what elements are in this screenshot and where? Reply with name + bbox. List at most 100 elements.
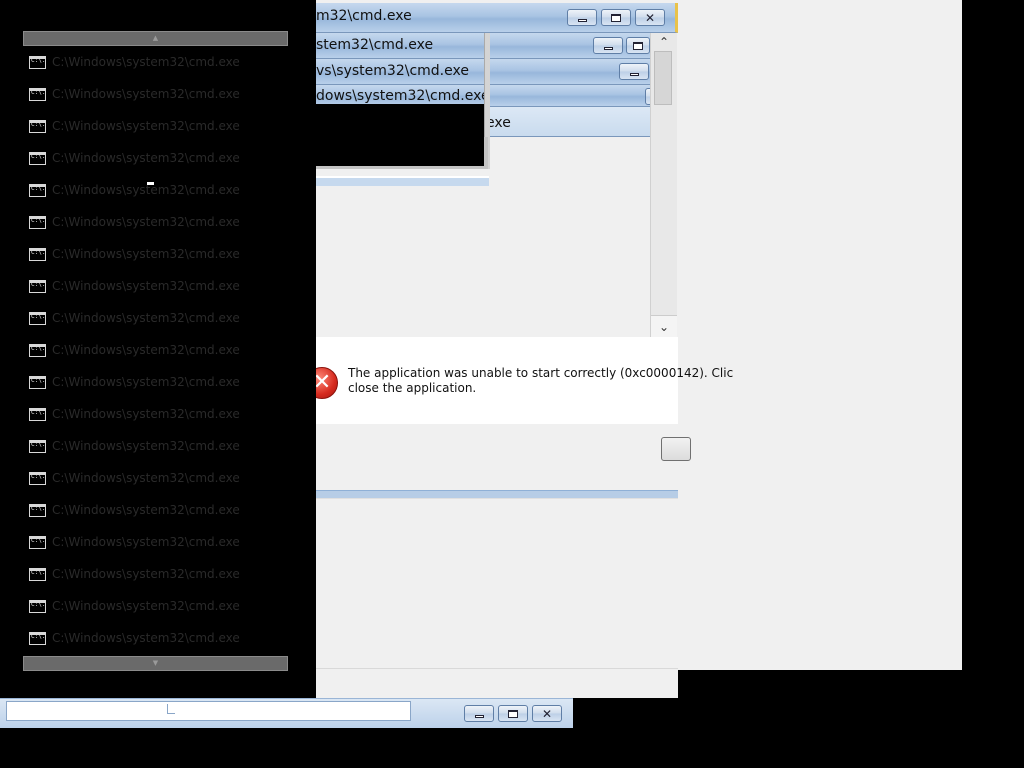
- list-item[interactable]: C:\. C:\Windows\system32\cmd.exe: [29, 566, 279, 584]
- maximize-icon: [633, 41, 643, 50]
- cmd-prompt-icon: C:\.: [29, 88, 46, 101]
- list-item-label: C:\Windows\system32\cmd.exe: [52, 151, 240, 165]
- message-line-1: The application was unable to start corr…: [348, 366, 734, 380]
- cmd-prompt-icon: C:\.: [29, 216, 46, 229]
- cmd-prompt-icon: C:\.: [29, 376, 46, 389]
- list-item[interactable]: C:\. C:\Windows\system32\cmd.exe: [29, 278, 279, 296]
- list-item-label: C:\Windows\system32\cmd.exe: [52, 535, 240, 549]
- scroll-thumb[interactable]: [654, 51, 672, 105]
- list-item-label: C:\Windows\system32\cmd.exe: [52, 503, 240, 517]
- window-switcher-list: ▲ C:\. C:\Windows\system32\cmd.exe C:\. C:\…: [0, 0, 316, 698]
- chevron-up-icon: ⌃: [658, 35, 670, 49]
- list-item[interactable]: C:\. C:\Windows\system32\cmd.exe: [29, 534, 279, 552]
- list-item[interactable]: C:\. C:\Windows\system32\cmd.exe: [29, 182, 279, 200]
- scroll-down-button[interactable]: ⌄: [651, 315, 677, 337]
- list-item-label: C:\Windows\system32\cmd.exe: [52, 119, 240, 133]
- cmd-prompt-icon: C:\.: [29, 632, 46, 645]
- cmd-prompt-icon: C:\.: [29, 408, 46, 421]
- minimized-window-bar[interactable]: ✕: [0, 698, 573, 728]
- minimize-icon: [603, 46, 613, 50]
- cmd-prompt-icon: C:\.: [29, 152, 46, 165]
- list-item-label: C:\Windows\system32\cmd.exe: [52, 439, 240, 453]
- list-item[interactable]: C:\. C:\Windows\system32\cmd.exe: [29, 406, 279, 424]
- window-frame: [316, 137, 488, 169]
- list-item-label: C:\Windows\system32\cmd.exe: [52, 55, 240, 69]
- console-area: [316, 104, 484, 137]
- maximize-button[interactable]: [601, 9, 631, 26]
- close-button[interactable]: ✕: [635, 9, 665, 26]
- error-dialog: ✕ The application was unable to start co…: [306, 337, 733, 473]
- cmd-prompt-icon: C:\.: [29, 344, 46, 357]
- list-item-label: C:\Windows\system32\cmd.exe: [52, 279, 240, 293]
- list-scroll-up[interactable]: ▲: [23, 31, 288, 46]
- message-line-2: close the application.: [348, 381, 477, 395]
- chevron-down-icon: ⌄: [658, 320, 670, 334]
- list-item[interactable]: C:\. C:\Windows\system32\cmd.exe: [29, 150, 279, 168]
- list-item[interactable]: C:\. C:\Windows\system32\cmd.exe: [29, 54, 279, 72]
- list-item[interactable]: C:\. C:\Windows\system32\cmd.exe: [29, 214, 279, 232]
- close-icon: ✕: [644, 10, 656, 25]
- list-item-label: C:\Windows\system32\cmd.exe: [52, 375, 240, 389]
- list-item-label: C:\Windows\system32\cmd.exe: [52, 215, 240, 229]
- list-item[interactable]: C:\. C:\Windows\system32\cmd.exe: [29, 374, 279, 392]
- cmd-prompt-icon: C:\.: [29, 56, 46, 69]
- address-field[interactable]: [6, 701, 411, 721]
- list-item-label: C:\Windows\system32\cmd.exe: [52, 631, 240, 645]
- window-title: vs\system32\cmd.exe: [316, 63, 469, 79]
- window-title: stem32\cmd.exe: [316, 37, 434, 53]
- list-item-label: C:\Windows\system32\cmd.exe: [52, 567, 240, 581]
- maximize-icon: [611, 13, 621, 22]
- list-item[interactable]: C:\. C:\Windows\system32\cmd.exe: [29, 86, 279, 104]
- list-item[interactable]: C:\. C:\Windows\system32\cmd.exe: [29, 310, 279, 328]
- chevron-down-icon: ▼: [152, 659, 159, 667]
- minimize-icon: [629, 72, 639, 76]
- dialog-message: The application was unable to start corr…: [348, 366, 734, 396]
- list-item[interactable]: C:\. C:\Windows\system32\cmd.exe: [29, 470, 279, 488]
- minimize-button[interactable]: [619, 63, 649, 80]
- list-item[interactable]: C:\. C:\Windows\system32\cmd.exe: [29, 630, 279, 648]
- list-scroll-down[interactable]: ▼: [23, 656, 288, 671]
- maximize-button[interactable]: [498, 705, 528, 722]
- cmd-prompt-icon: C:\.: [29, 568, 46, 581]
- list-item-label: C:\Windows\system32\cmd.exe: [52, 343, 240, 357]
- list-item[interactable]: C:\. C:\Windows\system32\cmd.exe: [29, 598, 279, 616]
- list-item-label: C:\Windows\system32\cmd.exe: [52, 183, 240, 197]
- list-item-label: C:\Windows\system32\cmd.exe: [52, 471, 240, 485]
- chevron-up-icon: ▲: [152, 34, 159, 42]
- list-item[interactable]: C:\. C:\Windows\system32\cmd.exe: [29, 502, 279, 520]
- list-item-label: C:\Windows\system32\cmd.exe: [52, 407, 240, 421]
- list-item[interactable]: C:\. C:\Windows\system32\cmd.exe: [29, 438, 279, 456]
- dialog-content: ✕ The application was unable to start co…: [306, 337, 733, 424]
- console-area: [316, 137, 484, 166]
- minimize-button[interactable]: [464, 705, 494, 722]
- cmd-window-titlebar-3[interactable]: vs\system32\cmd.exe: [316, 59, 650, 85]
- cmd-window-titlebar-1[interactable]: m32\cmd.exe ✕: [316, 3, 678, 33]
- cmd-prompt-icon: C:\.: [29, 440, 46, 453]
- cmd-prompt-icon: C:\.: [29, 504, 46, 517]
- vertical-scrollbar[interactable]: ⌃ ⌄: [650, 33, 677, 337]
- minimize-icon: [474, 714, 484, 718]
- close-icon: ✕: [541, 706, 553, 721]
- scroll-up-button[interactable]: ⌃: [651, 33, 677, 51]
- maximize-button[interactable]: [626, 37, 650, 54]
- cmd-prompt-icon: C:\.: [29, 472, 46, 485]
- minimize-button[interactable]: [567, 9, 597, 26]
- list-item-label: C:\Windows\system32\cmd.exe: [52, 87, 240, 101]
- list-item[interactable]: C:\. C:\Windows\system32\cmd.exe: [29, 342, 279, 360]
- cmd-prompt-icon: C:\.: [29, 120, 46, 133]
- cmd-prompt-icon: C:\.: [29, 312, 46, 325]
- cmd-window-titlebar-2[interactable]: stem32\cmd.exe: [316, 33, 650, 59]
- window-status-strip: [316, 176, 489, 186]
- cmd-prompt-icon: C:\.: [29, 600, 46, 613]
- minimize-icon: [577, 18, 587, 22]
- list-item-label: C:\Windows\system32\cmd.exe: [52, 311, 240, 325]
- ok-button[interactable]: [661, 437, 691, 461]
- list-item[interactable]: C:\. C:\Windows\system32\cmd.exe: [29, 246, 279, 264]
- window-title: m32\cmd.exe: [316, 8, 412, 24]
- minimize-button[interactable]: [593, 37, 623, 54]
- list-item[interactable]: C:\. C:\Windows\system32\cmd.exe: [29, 118, 279, 136]
- window-edge: [316, 490, 678, 498]
- list-item-label: C:\Windows\system32\cmd.exe: [52, 247, 240, 261]
- close-button[interactable]: ✕: [532, 705, 562, 722]
- cursor-artifact: [147, 182, 154, 185]
